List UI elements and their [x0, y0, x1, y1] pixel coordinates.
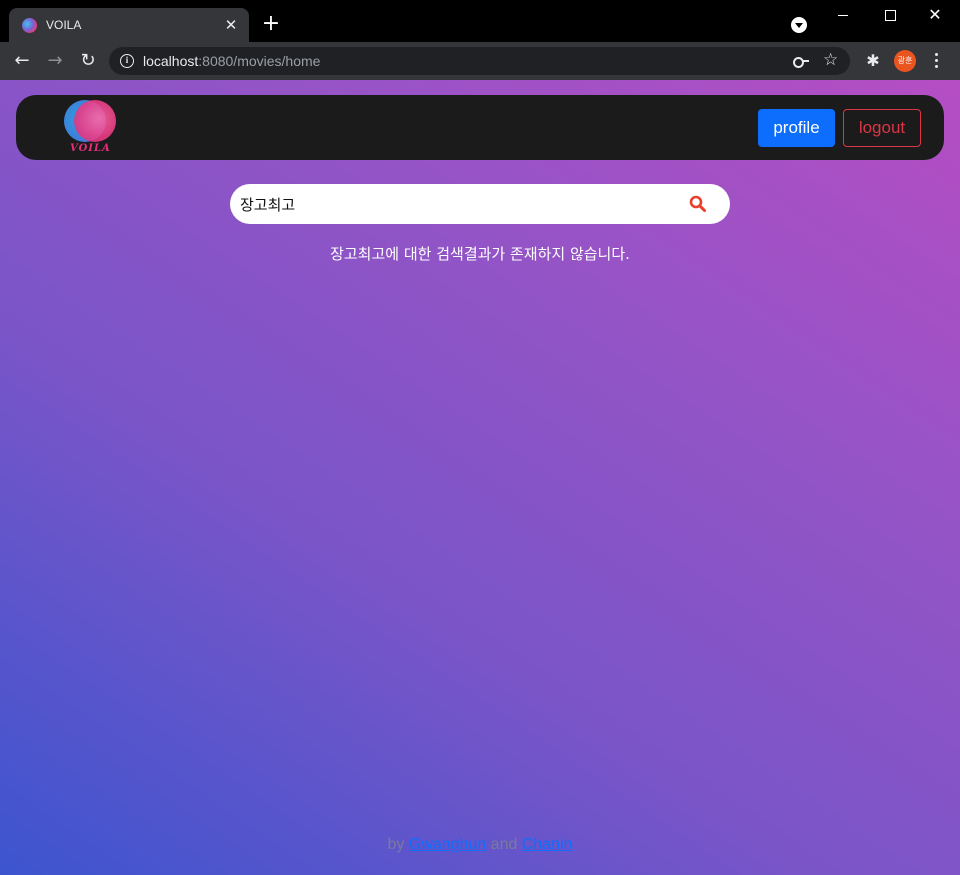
footer-prefix: by — [387, 836, 409, 853]
extensions-puzzle-icon[interactable]: ✱ — [864, 51, 882, 71]
url-host: localhost — [143, 53, 199, 69]
no-results-message: 장고최고에 대한 검색결과가 존재하지 않습니다. — [330, 245, 630, 263]
search-icon[interactable] — [689, 195, 707, 213]
maximize-window-icon[interactable] — [866, 4, 912, 26]
url-text[interactable]: localhost:8080/movies/home — [143, 53, 320, 69]
browser-tabstrip: VOILA ✕ + ✕ — [0, 0, 960, 42]
forward-arrow-icon[interactable]: → — [45, 51, 65, 71]
browser-menu-icon[interactable] — [930, 51, 944, 71]
tab-title: VOILA — [46, 18, 82, 32]
bookmark-star-icon[interactable]: ☆ — [823, 50, 838, 70]
url-path: :8080/movies/home — [198, 53, 321, 69]
password-key-icon[interactable] — [793, 54, 809, 68]
search-bar — [230, 184, 730, 224]
tab-search-icon[interactable] — [791, 17, 807, 33]
profile-avatar[interactable]: 광훈 — [894, 50, 916, 72]
reload-icon[interactable]: ↻ — [78, 51, 98, 71]
voila-logo[interactable]: VOILA — [64, 100, 118, 156]
minimize-window-icon[interactable] — [820, 4, 866, 26]
new-tab-icon[interactable]: + — [260, 13, 282, 35]
page-footer: by Gwanghun and Chanin — [0, 836, 960, 854]
logo-circle-pink — [74, 100, 116, 142]
site-info-icon[interactable]: i — [120, 54, 134, 68]
profile-button[interactable]: profile — [758, 109, 835, 147]
logo-text: VOILA — [70, 143, 111, 154]
browser-tab[interactable]: VOILA ✕ — [9, 8, 249, 42]
author-link-gwanghun[interactable]: Gwanghun — [409, 836, 486, 853]
site-navbar: VOILA profile logout — [16, 95, 944, 160]
close-window-icon[interactable]: ✕ — [912, 4, 958, 26]
page-viewport: VOILA profile logout 장고최고에 대한 검색결과가 존재하지… — [0, 80, 960, 875]
voila-favicon-icon — [22, 17, 37, 33]
address-bar[interactable]: i localhost:8080/movies/home ☆ — [109, 47, 850, 75]
back-arrow-icon[interactable]: ← — [12, 51, 32, 71]
search-input[interactable] — [240, 192, 670, 216]
footer-conjunction: and — [486, 836, 522, 853]
close-tab-icon[interactable]: ✕ — [223, 16, 239, 34]
browser-toolbar: ← → ↻ i localhost:8080/movies/home ☆ ✱ 광… — [0, 42, 960, 80]
logout-button[interactable]: logout — [843, 109, 921, 147]
author-link-chanin[interactable]: Chanin — [522, 836, 573, 853]
